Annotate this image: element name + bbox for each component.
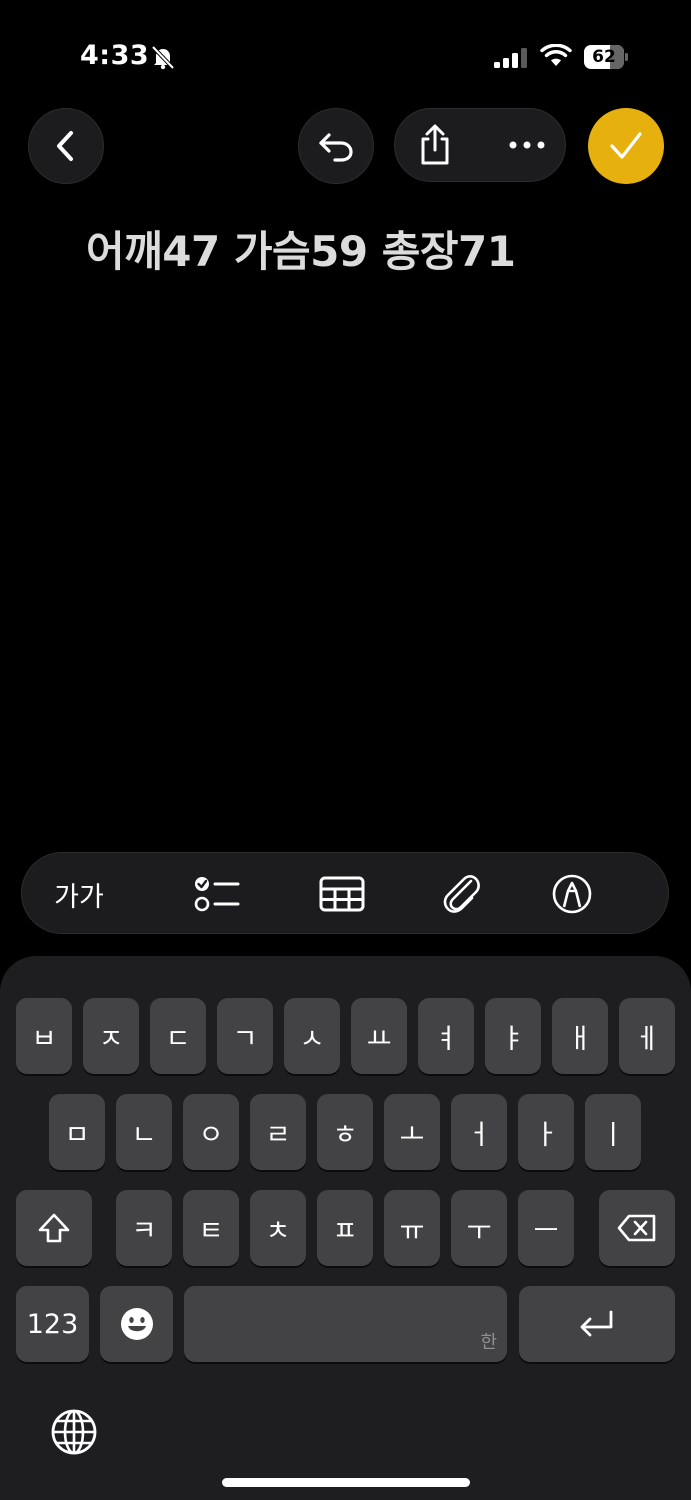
key[interactable]: ㄷ xyxy=(150,998,206,1074)
shift-key[interactable] xyxy=(16,1190,92,1266)
key[interactable]: ㅇ xyxy=(183,1094,239,1170)
back-button[interactable] xyxy=(28,108,104,184)
key[interactable]: ㅌ xyxy=(183,1190,239,1266)
note-body-text[interactable]: 어깨47 가슴59 총장71 xyxy=(86,218,516,279)
delete-icon xyxy=(617,1214,656,1242)
battery-icon: 62 xyxy=(584,45,628,69)
shift-icon xyxy=(38,1213,70,1243)
key[interactable]: ㅈ xyxy=(83,998,139,1074)
key[interactable]: ㅔ xyxy=(619,998,675,1074)
key[interactable]: ㅕ xyxy=(418,998,474,1074)
checklist-icon xyxy=(194,877,240,912)
bell-slash-icon xyxy=(151,45,175,70)
format-toolbar: 가가 xyxy=(21,852,669,934)
key[interactable]: ㅡ xyxy=(518,1190,574,1266)
key[interactable]: ㅑ xyxy=(485,998,541,1074)
return-icon xyxy=(580,1310,613,1337)
key[interactable]: ㅋ xyxy=(116,1190,172,1266)
undo-button[interactable] xyxy=(298,108,374,184)
key[interactable]: ㄴ xyxy=(116,1094,172,1170)
done-button[interactable] xyxy=(588,108,664,184)
text-style-button[interactable]: 가가 xyxy=(44,871,114,917)
checkmark-icon xyxy=(610,132,642,159)
more-format-button[interactable] xyxy=(662,871,668,917)
key[interactable]: ㅎ xyxy=(317,1094,373,1170)
key[interactable]: ㄹ xyxy=(250,1094,306,1170)
key[interactable]: ㅣ xyxy=(585,1094,641,1170)
attachment-button[interactable] xyxy=(438,871,484,917)
share-more-group xyxy=(394,108,566,182)
key[interactable]: ㅅ xyxy=(284,998,340,1074)
text-style-label: 가가 xyxy=(54,881,104,913)
share-icon[interactable] xyxy=(415,123,455,167)
key[interactable]: ㄱ xyxy=(217,998,273,1074)
key[interactable]: ㅠ xyxy=(384,1190,440,1266)
numbers-key[interactable]: 123 xyxy=(16,1286,89,1362)
status-time: 4:33 xyxy=(80,40,150,71)
home-indicator[interactable] xyxy=(222,1478,470,1487)
ellipsis-icon[interactable] xyxy=(507,137,547,153)
space-language-hint: 한 xyxy=(480,1332,497,1353)
markup-icon xyxy=(552,874,592,914)
emoji-icon xyxy=(120,1308,153,1340)
globe-icon[interactable] xyxy=(50,1408,98,1456)
markup-button[interactable] xyxy=(549,871,595,917)
table-icon xyxy=(319,876,365,912)
wifi-icon xyxy=(540,44,572,66)
battery-level: 62 xyxy=(592,47,616,67)
delete-key[interactable] xyxy=(599,1190,675,1266)
key[interactable]: ㅜ xyxy=(451,1190,507,1266)
cellular-signal-icon xyxy=(494,48,527,68)
chevron-left-icon xyxy=(57,131,73,161)
key[interactable]: ㅁ xyxy=(49,1094,105,1170)
return-key[interactable] xyxy=(519,1286,675,1362)
key[interactable]: ㅐ xyxy=(552,998,608,1074)
key[interactable]: ㅗ xyxy=(384,1094,440,1170)
key[interactable]: ㅂ xyxy=(16,998,72,1074)
keyboard: ㅂ ㅈ ㄷ ㄱ ㅅ ㅛ ㅕ ㅑ ㅐ ㅔ ㅁ ㄴ ㅇ ㄹ ㅎ ㅗ ㅓ ㅏ ㅣ ㅋ … xyxy=(0,956,691,1500)
paperclip-icon xyxy=(443,875,480,913)
key[interactable]: ㅛ xyxy=(351,998,407,1074)
checklist-button[interactable] xyxy=(192,871,242,917)
key[interactable]: ㅏ xyxy=(518,1094,574,1170)
emoji-key[interactable] xyxy=(100,1286,173,1362)
space-key[interactable]: 한 xyxy=(184,1286,507,1362)
table-button[interactable] xyxy=(318,871,366,917)
key[interactable]: ㅍ xyxy=(317,1190,373,1266)
key[interactable]: ㅓ xyxy=(451,1094,507,1170)
undo-icon xyxy=(319,133,353,162)
key[interactable]: ㅊ xyxy=(250,1190,306,1266)
